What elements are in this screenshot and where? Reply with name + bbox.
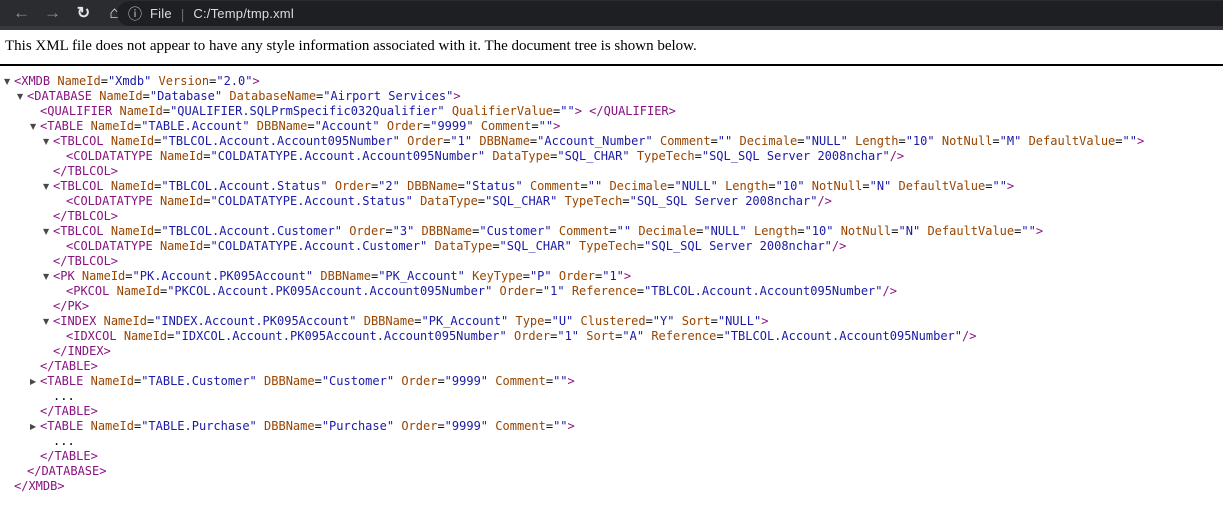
xml-line: ▼ <TABLE NameId="TABLE.Account" DBBName="… [0,119,1223,134]
xml-line-code: <TABLE NameId="TABLE.Account" DBBName="A… [40,119,560,133]
xml-line: ▼ <TBLCOL NameId="TBLCOL.Account.Status" … [0,179,1223,194]
xml-line-code: <TABLE NameId="TABLE.Customer" DBBName="… [40,374,575,388]
collapse-toggle-icon[interactable]: ▼ [43,226,49,237]
collapse-toggle-icon[interactable]: ▼ [4,76,10,87]
xml-line-code: </TBLCOL> [53,254,118,268]
xml-line: </TABLE> [0,404,1223,419]
browser-toolbar: ← → ↻ ⌂ ⓘ File | C:/Temp/tmp.xml [0,0,1223,30]
xml-line: <COLDATATYPE NameId="COLDATATYPE.Account… [0,149,1223,164]
address-bar[interactable]: ⓘ File | C:/Temp/tmp.xml [117,1,1223,26]
xml-line: </TBLCOL> [0,254,1223,269]
xml-line-code: ... [53,434,75,448]
xml-line-code: <PKCOL NameId="PKCOL.Account.PK095Accoun… [66,284,897,298]
xml-no-style-message: This XML file does not appear to have an… [0,30,1223,66]
xml-line-code: <COLDATATYPE NameId="COLDATATYPE.Account… [66,149,904,163]
xml-line: ▼ <TBLCOL NameId="TBLCOL.Account.Account0… [0,134,1223,149]
xml-line: </DATABASE> [0,464,1223,479]
xml-line: ▼ <TBLCOL NameId="TBLCOL.Account.Customer… [0,224,1223,239]
nav-icon-group: ← → ↻ ⌂ [6,0,130,26]
xml-line: ▼ <XMDB NameId="Xmdb" Version="2.0"> [0,74,1223,89]
xml-line-code: <IDXCOL NameId="IDXCOL.Account.PK095Acco… [66,329,976,343]
xml-line-code: <XMDB NameId="Xmdb" Version="2.0"> [14,74,260,88]
xml-line-code: ... [53,389,75,403]
xml-line-code: <QUALIFIER NameId="QUALIFIER.SQLPrmSpeci… [40,104,676,118]
xml-line: </TABLE> [0,449,1223,464]
xml-line: </TBLCOL> [0,164,1223,179]
xml-line: </TBLCOL> [0,209,1223,224]
xml-line-code: <TABLE NameId="TABLE.Purchase" DBBName="… [40,419,575,433]
xml-line: </XMDB> [0,479,1223,494]
xml-line-code: <TBLCOL NameId="TBLCOL.Account.Account09… [53,134,1144,148]
collapse-toggle-icon[interactable]: ▼ [30,121,36,132]
xml-line-code: <COLDATATYPE NameId="COLDATATYPE.Account… [66,239,846,253]
back-icon[interactable]: ← [6,0,37,26]
xml-line: ▶ <TABLE NameId="TABLE.Customer" DBBName=… [0,374,1223,389]
refresh-icon[interactable]: ↻ [68,0,99,26]
expand-toggle-icon[interactable]: ▶ [30,421,36,432]
xml-line-code: </TABLE> [40,449,98,463]
xml-line: <COLDATATYPE NameId="COLDATATYPE.Account… [0,239,1223,254]
xml-line-code: </TBLCOL> [53,209,118,223]
collapse-toggle-icon[interactable]: ▼ [43,136,49,147]
xml-line-code: </TABLE> [40,404,98,418]
xml-line-code: </TBLCOL> [53,164,118,178]
xml-line: ▶ <TABLE NameId="TABLE.Purchase" DBBName=… [0,419,1223,434]
expand-toggle-icon[interactable]: ▶ [30,376,36,387]
xml-line-code: </DATABASE> [27,464,106,478]
xml-line-code: <INDEX NameId="INDEX.Account.PK095Accoun… [53,314,768,328]
xml-line-code: </TABLE> [40,359,98,373]
xml-line-code: <PK NameId="PK.Account.PK095Account" DBB… [53,269,631,283]
xml-line: <PKCOL NameId="PKCOL.Account.PK095Accoun… [0,284,1223,299]
xml-line-code: <TBLCOL NameId="TBLCOL.Account.Status" O… [53,179,1014,193]
xml-line: </TABLE> [0,359,1223,374]
xml-line-code: </INDEX> [53,344,111,358]
xml-line: ... [0,389,1223,404]
collapse-toggle-icon[interactable]: ▼ [43,181,49,192]
xml-line: <COLDATATYPE NameId="COLDATATYPE.Account… [0,194,1223,209]
xml-line-code: <TBLCOL NameId="TBLCOL.Account.Customer"… [53,224,1043,238]
xml-line-code: <COLDATATYPE NameId="COLDATATYPE.Account… [66,194,832,208]
url-scheme-label: File [150,6,172,21]
xml-line: ... [0,434,1223,449]
xml-line: <IDXCOL NameId="IDXCOL.Account.PK095Acco… [0,329,1223,344]
xml-line: ▼ <DATABASE NameId="Database" DatabaseNam… [0,89,1223,104]
xml-tree: ▼ <XMDB NameId="Xmdb" Version="2.0"> ▼ <DAT… [0,66,1223,494]
collapse-toggle-icon[interactable]: ▼ [17,91,23,102]
xml-line: ▼ <PK NameId="PK.Account.PK095Account" DB… [0,269,1223,284]
url-separator: | [181,6,185,22]
xml-line: </INDEX> [0,344,1223,359]
url-text: C:/Temp/tmp.xml [193,6,294,21]
xml-line-code: <DATABASE NameId="Database" DatabaseName… [27,89,461,103]
forward-icon[interactable]: → [37,0,68,26]
xml-line: </PK> [0,299,1223,314]
xml-line-code: </XMDB> [14,479,65,493]
page-info-icon[interactable]: ⓘ [128,4,142,24]
xml-line: <QUALIFIER NameId="QUALIFIER.SQLPrmSpeci… [0,104,1223,119]
collapse-toggle-icon[interactable]: ▼ [43,271,49,282]
collapse-toggle-icon[interactable]: ▼ [43,316,49,327]
xml-line: ▼ <INDEX NameId="INDEX.Account.PK095Accou… [0,314,1223,329]
xml-line-code: </PK> [53,299,89,313]
